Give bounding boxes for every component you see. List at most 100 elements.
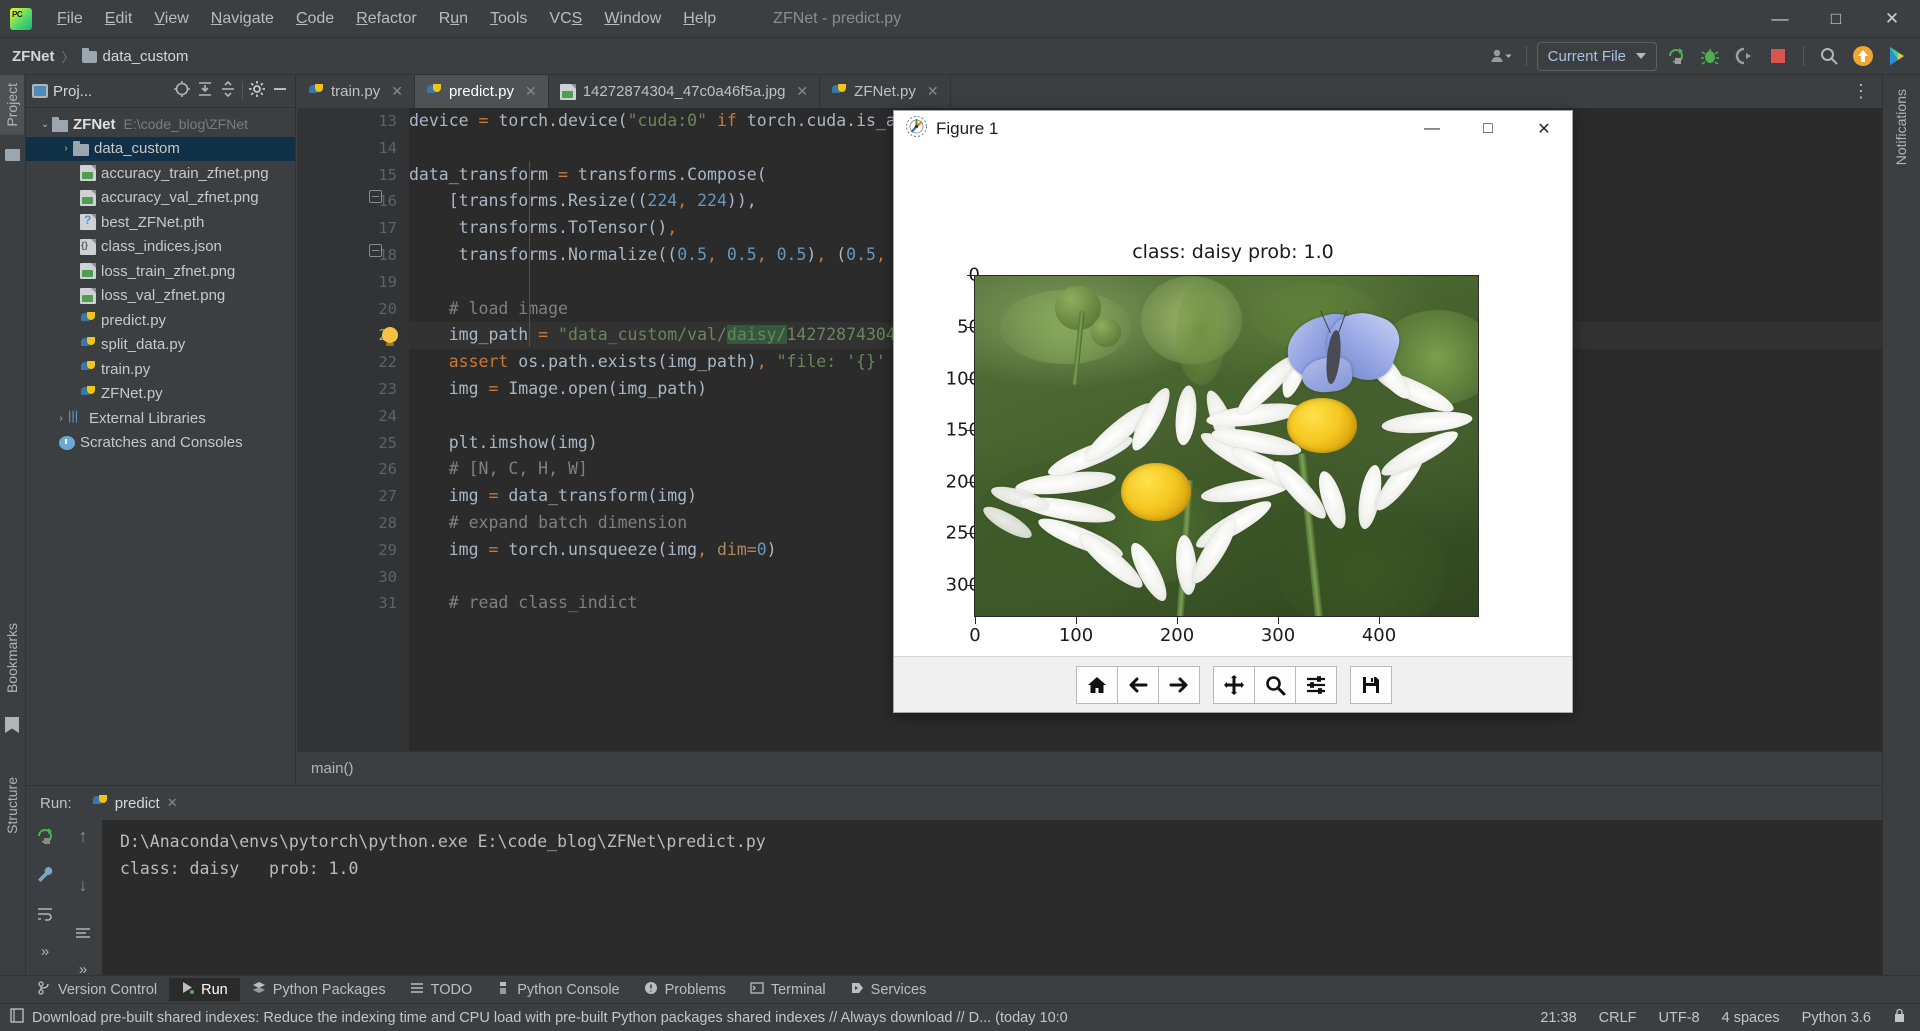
menu-refactor[interactable]: Refactor [345, 6, 427, 32]
pan-icon[interactable] [1212, 665, 1255, 704]
close-icon[interactable]: ✕ [927, 83, 939, 100]
tree-row-external-libraries[interactable]: › External Libraries [26, 406, 295, 431]
stop-icon[interactable] [1763, 42, 1793, 70]
bottom-tab-services[interactable]: Services [838, 978, 939, 1002]
menu-navigate[interactable]: Navigate [200, 6, 285, 32]
forward-arrow-icon[interactable] [1157, 665, 1200, 704]
coverage-icon[interactable] [1729, 42, 1759, 70]
close-icon[interactable]: ✕ [167, 795, 178, 811]
figure-close-button[interactable]: ✕ [1516, 111, 1572, 147]
wrench-icon[interactable] [35, 865, 55, 890]
menu-tools[interactable]: Tools [479, 6, 538, 32]
zoom-icon[interactable] [1253, 665, 1296, 704]
soft-wrap-icon[interactable] [35, 904, 55, 929]
close-icon[interactable]: ✕ [796, 83, 808, 100]
maximize-button[interactable]: □ [1808, 0, 1864, 38]
more-icon[interactable]: » [41, 943, 49, 960]
sidebar-item-structure[interactable]: Structure [0, 769, 24, 842]
home-icon[interactable] [1075, 665, 1118, 704]
python-interpreter[interactable]: Python 3.6 [1802, 1010, 1871, 1026]
run-console-output[interactable]: D:\Anaconda\envs\pytorch\python.exe E:\c… [102, 820, 1882, 975]
tab-zfnet-py[interactable]: ZFNet.py ✕ [820, 75, 951, 108]
tree-row-loss-train[interactable]: loss_train_zfnet.png [26, 259, 295, 284]
menu-edit[interactable]: Edit [94, 6, 144, 32]
sidebar-item-notifications[interactable]: Notifications [1889, 81, 1913, 173]
menu-file[interactable]: File [46, 6, 94, 32]
tab-image-jpg[interactable]: 14272874304_47c0a46f5a.jpg ✕ [549, 75, 821, 108]
people-icon[interactable] [1486, 42, 1516, 70]
save-icon[interactable] [1349, 665, 1392, 704]
menu-run[interactable]: Run [428, 6, 479, 32]
chevron-down-icon[interactable]: ⌄ [38, 119, 52, 130]
sidebar-item-bookmarks[interactable]: Bookmarks [0, 615, 24, 701]
bottom-tab-version-control[interactable]: Version Control [26, 978, 169, 1002]
bottom-tab-problems[interactable]: Problems [632, 978, 738, 1002]
image-axes[interactable] [974, 275, 1479, 617]
sidebar-item-project[interactable]: Project [0, 75, 24, 135]
menu-help[interactable]: Help [672, 6, 727, 32]
ide-assistant-icon[interactable] [1882, 42, 1912, 70]
run-icon[interactable] [1661, 42, 1691, 70]
back-arrow-icon[interactable] [1116, 665, 1159, 704]
figure-canvas[interactable]: class: daisy prob: 1.0 0 50 100 150 200 … [894, 147, 1572, 658]
breadcrumb-project[interactable]: ZFNet [12, 48, 55, 65]
tree-row-data-custom[interactable]: › data_custom [26, 136, 295, 161]
minimize-button[interactable]: — [1752, 0, 1808, 38]
tree-row-loss-val[interactable]: loss_val_zfnet.png [26, 284, 295, 309]
bottom-tab-todo[interactable]: TODO [398, 978, 485, 1002]
line-separator[interactable]: CRLF [1599, 1010, 1637, 1026]
matplotlib-figure-window[interactable]: Figure 1 — □ ✕ class: daisy prob: 1.0 0 … [893, 110, 1573, 713]
run-tab-predict[interactable]: predict ✕ [84, 791, 186, 822]
tree-row-split-data-py[interactable]: split_data.py [26, 333, 295, 358]
figure-minimize-button[interactable]: — [1404, 111, 1460, 147]
tree-row-zfnet-py[interactable]: ZFNet.py [26, 382, 295, 407]
figure-maximize-button[interactable]: □ [1460, 111, 1516, 147]
locate-icon[interactable] [173, 80, 191, 103]
tab-train-py[interactable]: train.py ✕ [297, 75, 415, 108]
hide-panel-icon[interactable] [271, 80, 289, 103]
menu-view[interactable]: View [143, 6, 199, 32]
status-message[interactable]: Download pre-built shared indexes: Reduc… [32, 1010, 1068, 1026]
fold-end-icon[interactable] [369, 244, 382, 257]
expand-all-icon[interactable] [196, 80, 214, 103]
tab-predict-py[interactable]: predict.py ✕ [414, 75, 549, 108]
scroll-down-icon[interactable]: ↓ [79, 875, 88, 896]
tree-row-best-zfnet[interactable]: best_ZFNet.pth [26, 210, 295, 235]
bottom-tab-python-packages[interactable]: Python Packages [240, 978, 398, 1002]
indent-setting[interactable]: 4 spaces [1722, 1010, 1780, 1026]
menu-code[interactable]: Code [285, 6, 345, 32]
fold-collapse-icon[interactable] [369, 190, 382, 203]
tree-row-train-py[interactable]: train.py [26, 357, 295, 382]
tree-row-scratches[interactable]: Scratches and Consoles [26, 431, 295, 456]
caret-position[interactable]: 21:38 [1540, 1010, 1576, 1026]
collapse-all-icon[interactable] [219, 80, 237, 103]
figure-title-bar[interactable]: Figure 1 — □ ✕ [894, 111, 1572, 147]
close-button[interactable]: ✕ [1864, 0, 1920, 38]
editor-tab-actions[interactable]: ⋮ [1842, 75, 1882, 108]
tree-row-accuracy-val[interactable]: accuracy_val_zfnet.png [26, 186, 295, 211]
debug-icon[interactable] [1695, 42, 1725, 70]
bottom-tab-python-console[interactable]: Python Console [484, 978, 631, 1002]
print-icon[interactable] [74, 924, 92, 947]
configure-subplots-icon[interactable] [1294, 665, 1337, 704]
menu-window[interactable]: Window [593, 6, 672, 32]
more-options-icon[interactable]: ⋮ [1852, 81, 1872, 102]
close-icon[interactable]: ✕ [391, 83, 403, 100]
tree-row-class-indices[interactable]: class_indices.json [26, 235, 295, 260]
file-encoding[interactable]: UTF-8 [1659, 1010, 1700, 1026]
chevron-right-icon[interactable]: › [59, 143, 73, 154]
tree-row-accuracy-train[interactable]: accuracy_train_zfnet.png [26, 161, 295, 186]
bottom-tab-terminal[interactable]: Terminal [738, 978, 838, 1002]
tree-row-zfnet[interactable]: ⌄ ZFNet E:\code_blog\ZFNet [26, 112, 295, 137]
chevron-right-icon[interactable]: › [54, 413, 68, 424]
update-icon[interactable] [1848, 42, 1878, 70]
tree-row-predict-py[interactable]: predict.py [26, 308, 295, 333]
run-configuration-selector[interactable]: Current File [1536, 41, 1657, 71]
search-icon[interactable] [1814, 42, 1844, 70]
close-icon[interactable]: ✕ [525, 83, 537, 100]
scroll-up-icon[interactable]: ↑ [79, 826, 88, 847]
lock-icon[interactable] [1893, 1008, 1906, 1028]
code-folding-column[interactable] [367, 108, 393, 751]
rerun-icon[interactable] [35, 826, 55, 851]
settings-gear-icon[interactable] [248, 80, 266, 103]
